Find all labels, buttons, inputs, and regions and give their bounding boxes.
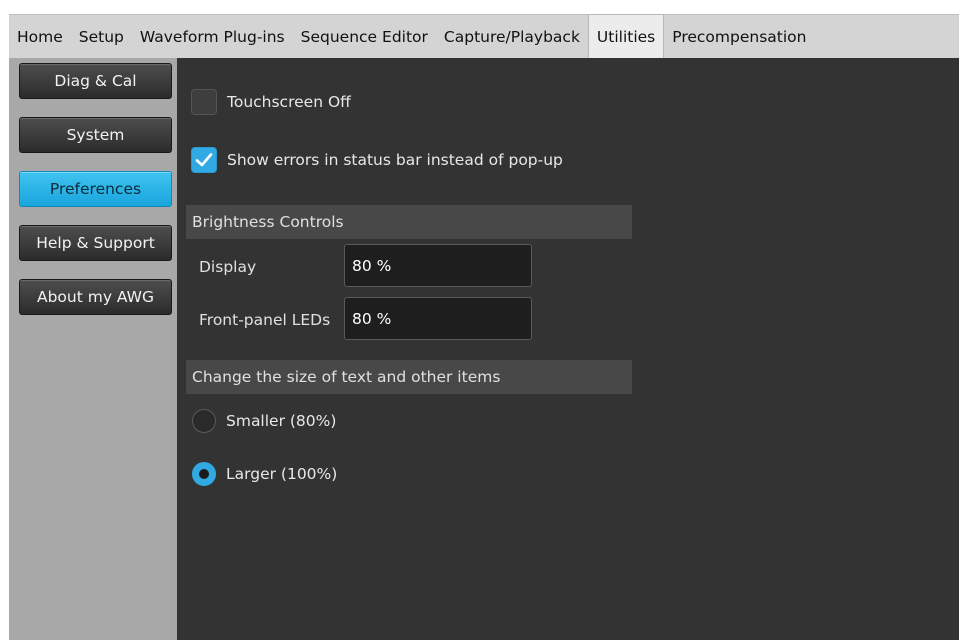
display-brightness-input[interactable] (344, 244, 532, 287)
tab-waveform-plug-ins[interactable]: Waveform Plug-ins (132, 15, 293, 58)
show-errors-label: Show errors in status bar instead of pop… (227, 151, 563, 169)
show-errors-checkbox[interactable] (191, 147, 217, 173)
checkmark-icon (195, 153, 213, 167)
show-errors-option[interactable]: Show errors in status bar instead of pop… (191, 147, 563, 173)
sidebar-item-preferences[interactable]: Preferences (19, 171, 172, 207)
tab-utilities[interactable]: Utilities (587, 14, 665, 58)
window-top-frame (0, 0, 959, 14)
front-panel-leds-label: Front-panel LEDs (199, 311, 331, 329)
main-tab-bar: Home Setup Waveform Plug-ins Sequence Ed… (9, 14, 959, 58)
text-size-header: Change the size of text and other items (186, 360, 632, 394)
preferences-panel: Touchscreen Off Show errors in status ba… (177, 58, 959, 640)
text-size-smaller-option[interactable]: Smaller (80%) (192, 409, 336, 433)
text-size-smaller-label: Smaller (80%) (226, 412, 337, 430)
sidebar-item-about-my-awg[interactable]: About my AWG (19, 279, 172, 315)
text-size-larger-label: Larger (100%) (226, 465, 338, 483)
sidebar-item-diag-cal[interactable]: Diag & Cal (19, 63, 172, 99)
tab-sequence-editor[interactable]: Sequence Editor (293, 15, 436, 58)
touchscreen-off-checkbox[interactable] (191, 89, 217, 115)
text-size-larger-option[interactable]: Larger (100%) (192, 462, 337, 486)
text-size-larger-radio[interactable] (192, 462, 216, 486)
sidebar-item-system[interactable]: System (19, 117, 172, 153)
display-brightness-label: Display (199, 258, 257, 276)
sidebar-item-help-support[interactable]: Help & Support (19, 225, 172, 261)
front-panel-leds-input[interactable] (344, 297, 532, 340)
tab-capture-playback[interactable]: Capture/Playback (436, 15, 588, 58)
utilities-sidebar: Diag & Cal System Preferences Help & Sup… (9, 58, 177, 640)
tab-precompensation[interactable]: Precompensation (664, 15, 814, 58)
brightness-controls-header: Brightness Controls (186, 205, 632, 239)
text-size-smaller-radio[interactable] (192, 409, 216, 433)
tab-setup[interactable]: Setup (71, 15, 132, 58)
touchscreen-off-label: Touchscreen Off (227, 93, 351, 111)
touchscreen-off-option[interactable]: Touchscreen Off (191, 89, 351, 115)
tab-home[interactable]: Home (9, 15, 71, 58)
